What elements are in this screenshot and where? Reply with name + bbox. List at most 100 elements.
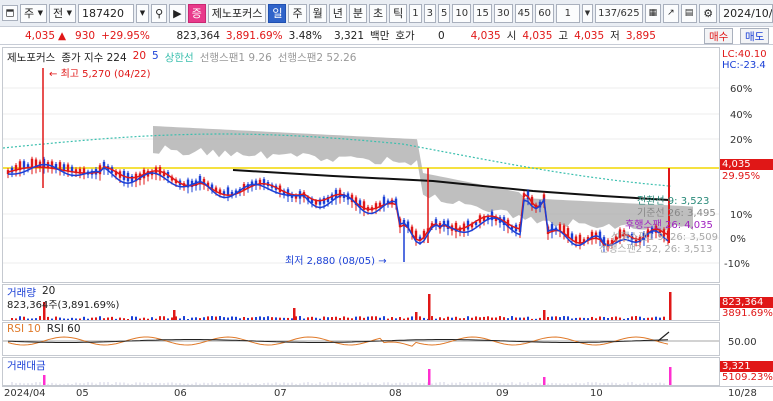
chevron-down-icon: ▼: [37, 9, 44, 17]
interval-1[interactable]: 1: [409, 3, 422, 23]
volume-bar: [55, 316, 57, 320]
volume-bar: [591, 316, 593, 320]
tab-second[interactable]: 초: [368, 3, 388, 23]
interval-3[interactable]: 3: [423, 3, 436, 23]
amount-bar: [243, 383, 245, 385]
window-icon[interactable]: [2, 5, 18, 21]
draw-button[interactable]: ↗: [663, 3, 679, 23]
volume-bar: [63, 318, 65, 320]
tab-week[interactable]: 주: [288, 3, 307, 23]
amount-bar: [367, 382, 369, 385]
price-chart-panel[interactable]: 제노포커스 종가 지수 224 20 5 상한선 선행스팬1 9.26 선행스팬…: [2, 47, 720, 283]
amount-bar: [659, 382, 661, 385]
tab-tick-label: 틱: [393, 7, 404, 20]
rsi-legend: RSI 10 RSI 60: [7, 323, 81, 335]
volume-bar: [375, 316, 377, 320]
right-axis: LC:40.10 HC:-23.4 60% 40% 20% 4,035 29.9…: [720, 47, 773, 386]
volume-bar: [291, 318, 293, 320]
speaker-button[interactable]: ▶: [169, 3, 186, 23]
amount-bar: [247, 382, 249, 385]
volume-bar: [87, 318, 89, 320]
volume-bar: [567, 316, 569, 320]
interval-5[interactable]: 5: [437, 3, 451, 23]
stock-badge-icon: 증: [187, 3, 206, 23]
interval-60[interactable]: 60: [535, 3, 555, 23]
interval-10[interactable]: 10: [452, 3, 472, 23]
amount-bar: [463, 383, 465, 385]
chevron-down-icon: ▼: [139, 9, 146, 17]
sell-button[interactable]: 매도: [740, 28, 770, 44]
amount-bar: [31, 383, 33, 385]
date-input[interactable]: 2024/10/28: [719, 3, 773, 23]
search-icon: ⚲: [155, 6, 164, 20]
volume-bar: [407, 317, 409, 320]
amount-bar: [295, 383, 297, 385]
interval-45[interactable]: 45: [514, 3, 534, 23]
tab-tick[interactable]: 틱: [389, 3, 408, 23]
volume-bar: [115, 318, 117, 320]
grid-button[interactable]: ▤: [680, 3, 698, 23]
volume-bar: [523, 317, 525, 320]
speaker-icon: ▶: [173, 6, 182, 20]
volume-bar: [147, 318, 149, 320]
volume-bar: [447, 316, 449, 320]
amount-spike-bar: [43, 375, 46, 385]
legend-span1: 선행스팬1 9.26: [199, 52, 272, 64]
legend-upper-band: 상한선: [164, 52, 194, 64]
open-label: 시: [506, 30, 517, 42]
interval-15[interactable]: 15: [473, 3, 492, 23]
volume-bar: [599, 316, 601, 320]
volume-bar: [95, 317, 97, 320]
volume-bar: [483, 316, 485, 320]
rsi-panel[interactable]: RSI 10 RSI 60: [2, 322, 720, 356]
volume-bar: [251, 317, 253, 320]
volume-bar: [207, 316, 209, 320]
amount-bar: [575, 382, 577, 385]
volume-bar: [67, 318, 69, 320]
amount-bar: [71, 383, 73, 385]
volume-bar: [35, 318, 37, 320]
tab-second-label: 초: [372, 7, 384, 20]
compare-button[interactable]: ▦: [644, 3, 662, 23]
amount-bar: [343, 382, 345, 385]
tab-year[interactable]: 년: [328, 3, 347, 23]
amount-bar: [231, 383, 233, 385]
amount-bar: [535, 382, 537, 385]
trade-amount-panel[interactable]: 거래대금: [2, 357, 720, 386]
interval-30[interactable]: 30: [493, 3, 513, 23]
volume-bar: [663, 316, 665, 320]
amount-bar: [479, 382, 481, 385]
interval-dropdown-button[interactable]: ▼: [581, 3, 594, 23]
tab-minute[interactable]: 분: [348, 3, 367, 23]
code-dropdown-button[interactable]: ▼: [135, 3, 150, 23]
x-tick: 06: [174, 388, 187, 399]
amount-bar: [275, 382, 277, 385]
amount-bar: [223, 383, 225, 385]
tab-month[interactable]: 월: [308, 3, 327, 23]
amount-bar: [635, 383, 637, 385]
search-button[interactable]: ⚲: [151, 3, 168, 23]
legend-ma20: 20: [132, 50, 147, 62]
settings-button[interactable]: ⚙: [699, 3, 718, 23]
buy-button[interactable]: 매수: [704, 28, 734, 44]
amount-bar: [183, 383, 185, 385]
amount-bar: [271, 383, 273, 385]
amount-bar: [603, 383, 605, 385]
low-value: 3,895: [625, 29, 656, 42]
amount-bar: [127, 383, 129, 385]
period-type-select[interactable]: 주 ▼: [20, 3, 48, 23]
amount-bar: [347, 382, 349, 385]
amount-bar: [19, 382, 21, 385]
volume-bar: [391, 317, 393, 320]
interval-custom-input[interactable]: 1: [556, 3, 580, 23]
volume-bar: [547, 317, 549, 320]
amount-spike-bar: [669, 367, 672, 385]
volume-bar: [23, 316, 25, 320]
amount-bar: [375, 383, 377, 385]
stock-code-input[interactable]: 187420: [78, 3, 134, 23]
amount-bar: [471, 382, 473, 385]
amount-chart-svg: [11, 367, 672, 385]
mode-select[interactable]: 전 ▼: [49, 3, 77, 23]
volume-panel[interactable]: 거래량 20 823,364주(3,891.69%): [2, 284, 720, 321]
tab-day[interactable]: 일: [268, 3, 287, 23]
